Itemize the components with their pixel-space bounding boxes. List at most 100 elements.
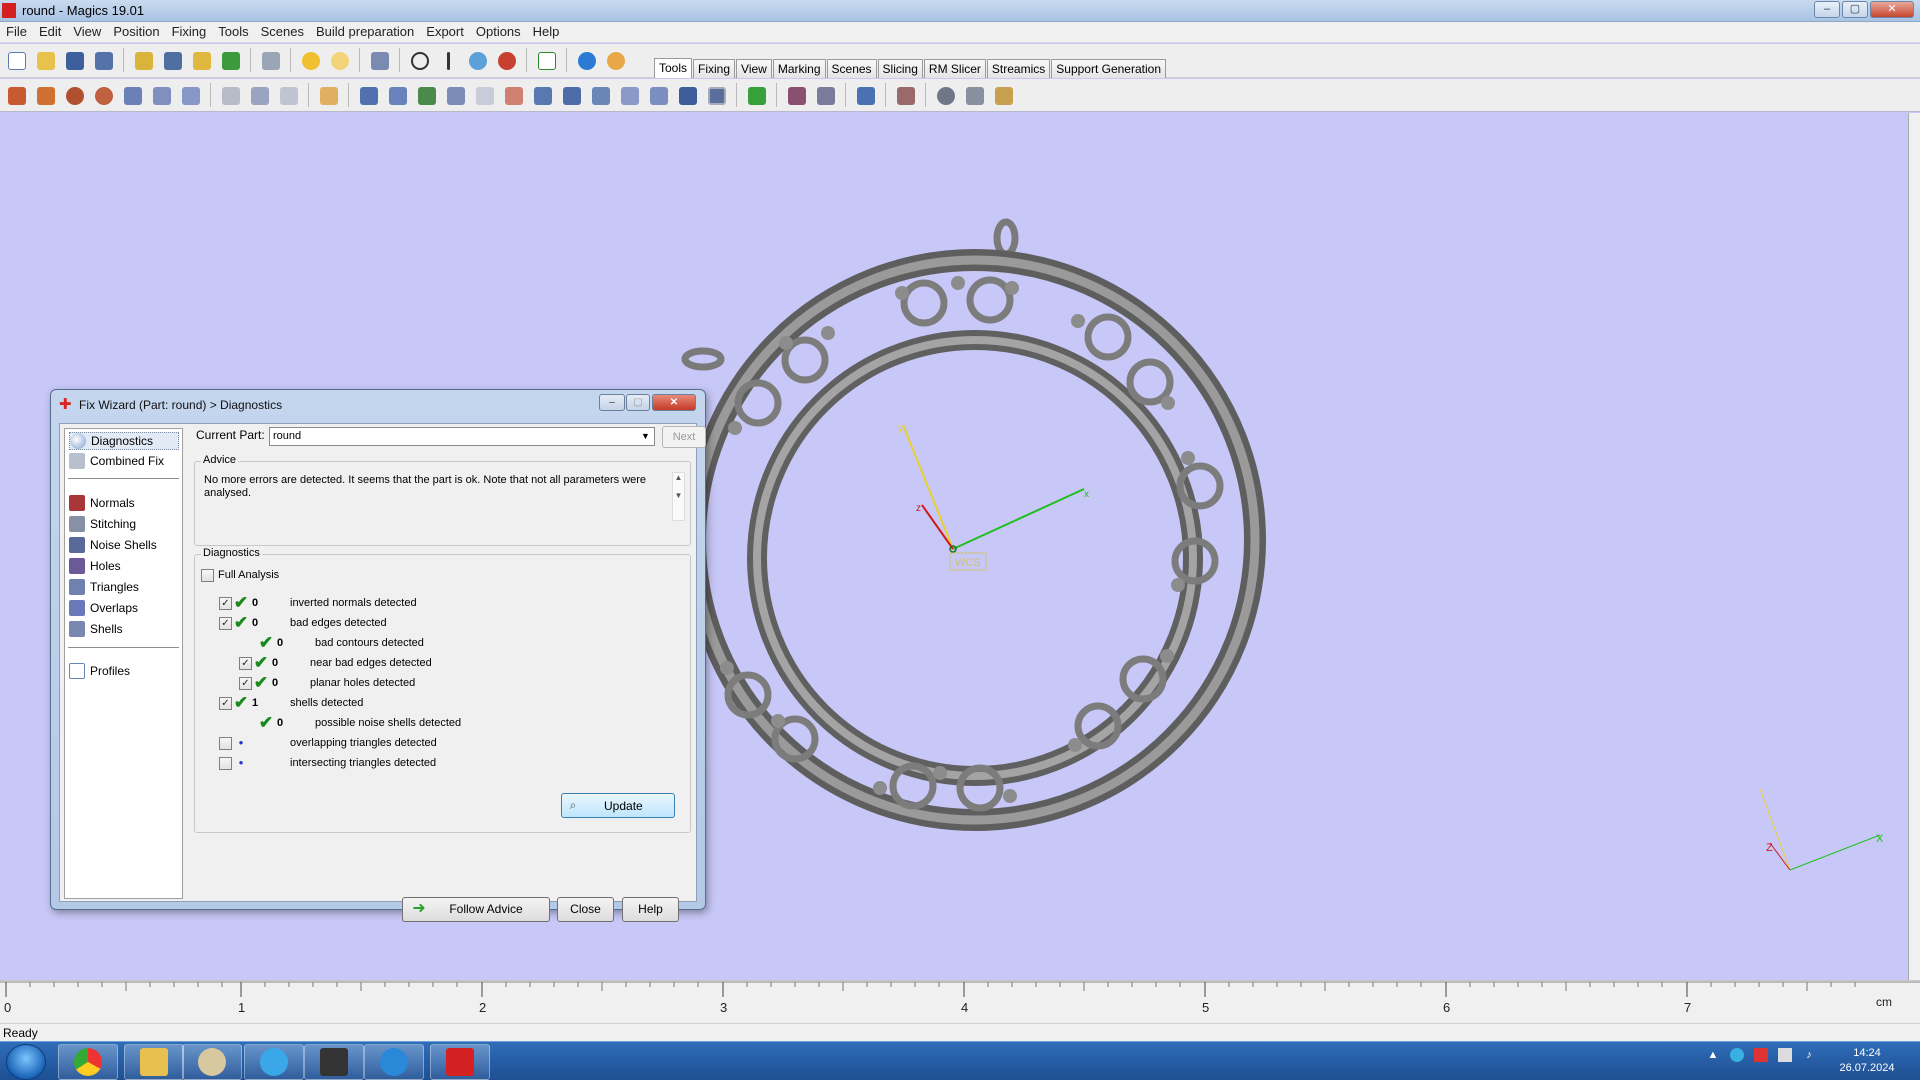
section-icon[interactable] [704,83,729,108]
rotate-interactive-icon[interactable] [91,83,116,108]
dialog-minimize-button[interactable]: – [599,394,625,411]
cut-icon[interactable] [218,83,243,108]
print-icon[interactable] [258,48,283,73]
nav-item-overlaps[interactable]: Overlaps [69,599,138,617]
nav-item-shells[interactable]: Shells [69,620,123,638]
box-icon[interactable] [559,83,584,108]
nav-item-normals[interactable]: Normals [69,494,135,512]
load-part-icon[interactable] [131,48,156,73]
nav-item-diagnostics[interactable]: Diagnostics [69,432,179,450]
nav-item-combined-fix[interactable]: Combined Fix [69,452,164,470]
tab-marking[interactable]: Marking [772,59,826,78]
follow-advice-button[interactable]: ➜ Follow Advice [402,897,550,922]
merge-icon[interactable] [356,83,381,108]
diag-checkbox[interactable]: ✓ [219,596,232,610]
tab-slicing[interactable]: Slicing [877,59,923,78]
nav-item-noise-shells[interactable]: Noise Shells [69,536,157,554]
taskbar-rhino[interactable] [304,1044,364,1080]
diag-checkbox[interactable] [219,736,232,750]
offset-icon[interactable] [472,83,497,108]
rescale-icon[interactable] [120,83,145,108]
tray-app-icon[interactable] [1730,1048,1744,1062]
undo-icon[interactable] [298,48,323,73]
punch-icon[interactable] [784,83,809,108]
settings-gear-icon[interactable] [933,83,958,108]
tab-rm-slicer[interactable]: RM Slicer [923,59,986,78]
triangle-reduction-icon[interactable] [617,83,642,108]
split-icon[interactable] [744,83,769,108]
help-icon[interactable] [574,48,599,73]
tray-language-icon[interactable] [1754,1048,1768,1062]
maximize-button[interactable]: ▢ [1842,1,1868,18]
diag-checkbox[interactable]: ✓ [219,616,232,630]
diag-checkbox[interactable]: ✓ [239,676,252,690]
wall-thickness-icon[interactable] [675,83,700,108]
surface-icon[interactable] [646,83,671,108]
menu-file[interactable]: File [0,22,33,42]
close-window-button[interactable]: ✕ [1870,1,1914,18]
text-part-icon[interactable] [385,83,410,108]
measure-icon[interactable] [443,83,468,108]
nav-item-profiles[interactable]: Profiles [69,662,130,680]
extrude-icon[interactable] [588,83,613,108]
zoom-icon[interactable] [465,48,490,73]
tab-fixing[interactable]: Fixing [693,59,736,78]
rotate-part-icon[interactable] [62,83,87,108]
menu-options[interactable]: Options [470,22,527,42]
minimize-button[interactable]: – [1814,1,1840,18]
pendant-part[interactable] [681,218,1266,831]
smooth-icon[interactable] [501,83,526,108]
tray-expand-icon[interactable]: ▲ [1706,1048,1720,1062]
zoom-fit-icon[interactable] [494,48,519,73]
close-button[interactable]: Close [557,897,614,922]
tab-support-generation[interactable]: Support Generation [1051,59,1167,78]
help-button[interactable]: Help [622,897,679,922]
tab-view[interactable]: View [736,59,772,78]
start-button[interactable] [6,1044,46,1080]
menu-help[interactable]: Help [527,22,566,42]
taskbar-chrome[interactable] [58,1044,118,1080]
cube-icon[interactable] [530,83,555,108]
menu-export[interactable]: Export [420,22,470,42]
menu-fixing[interactable]: Fixing [166,22,213,42]
import-icon[interactable] [189,48,214,73]
pack-icon[interactable] [853,83,878,108]
taskbar-paint[interactable] [182,1044,242,1080]
mirror-icon[interactable] [149,83,174,108]
lattice-icon[interactable] [962,83,987,108]
open-folder-icon[interactable] [33,48,58,73]
hand-icon[interactable] [316,83,341,108]
redo-icon[interactable] [327,48,352,73]
context-help-icon[interactable] [603,48,628,73]
new-file-icon[interactable] [4,48,29,73]
dialog-maximize-button[interactable]: ▢ [626,394,650,411]
perforator-icon[interactable] [813,83,838,108]
dialog-titlebar[interactable]: ✚ Fix Wizard (Part: round) > Diagnostics… [51,390,705,418]
advice-scrollbar[interactable]: ▲ ▼ [672,472,685,521]
taskbar-explorer[interactable] [124,1044,184,1080]
scene-icon[interactable] [893,83,918,108]
tray-volume-icon[interactable]: ♪ [1802,1048,1816,1062]
save-as-icon[interactable] [91,48,116,73]
translate-to-default-icon[interactable] [33,83,58,108]
hollow-icon[interactable] [276,83,301,108]
toolpage-collapse-strip[interactable] [1908,113,1920,980]
menu-position[interactable]: Position [107,22,165,42]
full-analysis-checkbox[interactable] [201,568,214,582]
tray-network-icon[interactable] [1778,1048,1792,1062]
taskbar-clock[interactable]: 14:24 26.07.2024 [1838,1046,1896,1076]
diag-checkbox[interactable] [219,756,232,770]
duplicate-icon[interactable] [178,83,203,108]
nav-item-holes[interactable]: Holes [69,557,121,575]
menu-view[interactable]: View [67,22,107,42]
shell-icon[interactable] [414,83,439,108]
next-button[interactable]: Next [662,426,706,448]
rotate-view-icon[interactable] [407,48,432,73]
diag-checkbox[interactable]: ✓ [219,696,232,710]
diag-checkbox[interactable]: ✓ [239,656,252,670]
menu-scenes[interactable]: Scenes [255,22,310,42]
translate-icon[interactable] [4,83,29,108]
save-part-icon[interactable] [160,48,185,73]
tab-streamics[interactable]: Streamics [986,59,1051,78]
menu-tools[interactable]: Tools [212,22,254,42]
